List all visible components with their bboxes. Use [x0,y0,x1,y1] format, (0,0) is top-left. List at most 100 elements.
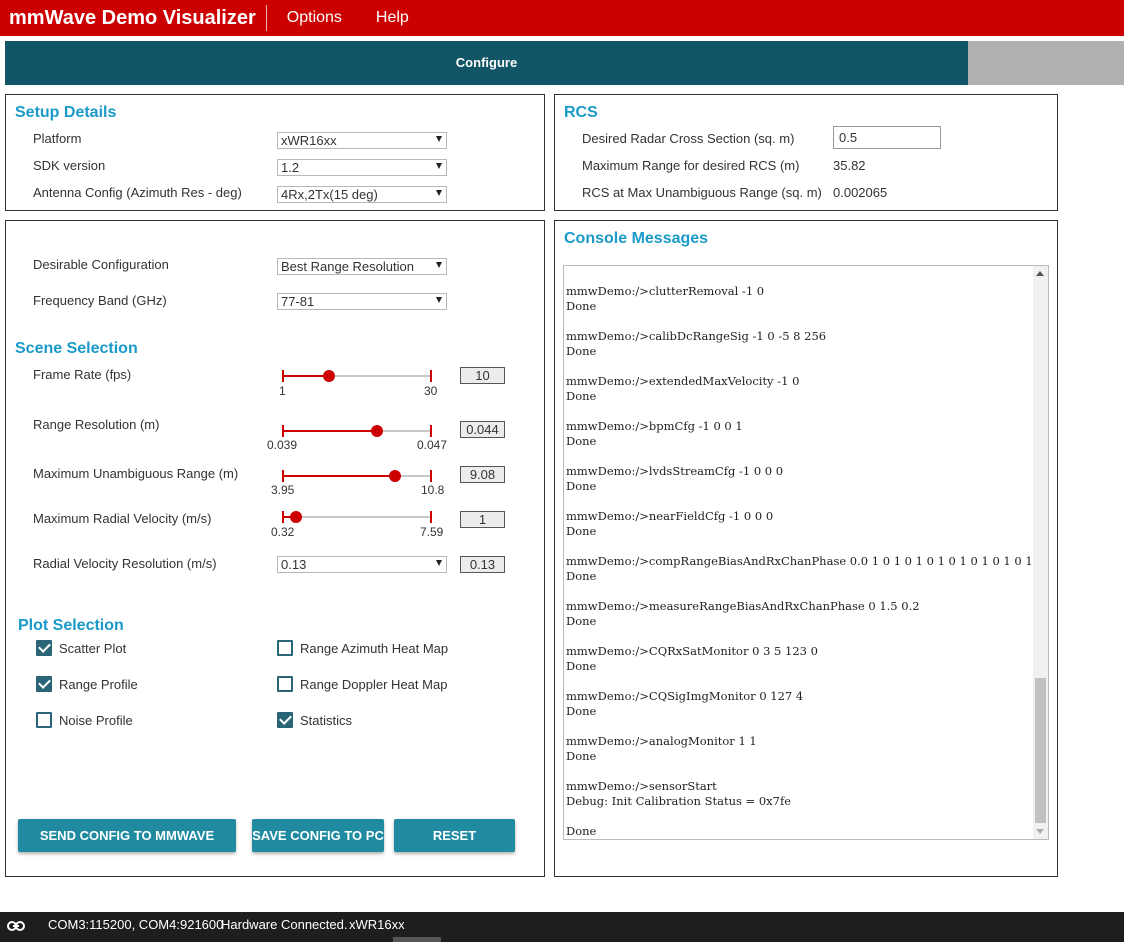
max-unambiguous-range-value[interactable]: 9.08 [460,466,505,483]
range-resolution-max: 0.047 [417,438,448,452]
slider-thumb[interactable] [290,511,302,523]
statistics-label[interactable]: Statistics [300,713,352,728]
status-ports: COM3:115200, COM4:921600 [48,917,224,932]
app-title: mmWave Demo Visualizer [0,5,267,31]
scatter-plot-checkbox[interactable] [36,640,52,656]
desired-rcs-label: Desired Radar Cross Section (sq. m) [582,131,795,146]
frequency-band-value: 77-81 [281,294,315,309]
frame-rate-value[interactable]: 10 [460,367,505,384]
frequency-band-label: Frequency Band (GHz) [33,293,167,308]
rcs-panel: RCS Desired Radar Cross Section (sq. m) … [554,94,1058,211]
console-line: mmwDemo:/>clutterRemoval -1 0 [566,284,765,298]
slider-thumb[interactable] [371,425,383,437]
console-line: Debug: Init Calibration Status = 0x7fe [566,794,792,808]
scroll-thumb[interactable] [1035,678,1046,823]
antenna-config-select[interactable]: 4Rx,2Tx(15 deg) [277,186,447,203]
console-line: mmwDemo:/>analogMonitor 1 1 [566,734,757,748]
tab-bar: Configure [5,41,1124,85]
range-resolution-min: 0.039 [267,438,298,452]
range-resolution-slider[interactable] [282,424,432,438]
platform-value: xWR16xx [281,133,337,148]
frame-rate-slider[interactable] [282,369,432,383]
slider-min-tick [282,425,284,437]
console-line: Done [566,389,597,403]
frame-rate-label: Frame Rate (fps) [33,367,132,382]
link-icon[interactable] [7,919,25,933]
rcs-max-unambiguous-value: 0.002065 [833,185,888,200]
slider-max-tick [430,370,432,382]
console-line: Done [566,524,597,538]
console-line: Done [566,479,597,493]
range-profile-checkbox[interactable] [36,676,52,692]
radial-velocity-resolution-select[interactable]: 0.13 [277,556,447,573]
chevron-down-icon [436,297,442,303]
chevron-down-icon [436,560,442,566]
sdk-version-label: SDK version [33,158,106,173]
rcs-max-unambiguous-label: RCS at Max Unambiguous Range (sq. m) [582,185,822,200]
frequency-band-select[interactable]: 77-81 [277,293,447,310]
send-config-button[interactable]: SEND CONFIG TO MMWAVE DEVICE [18,819,236,876]
max-radial-velocity-min: 0.32 [271,525,295,539]
sdk-version-value: 1.2 [281,160,300,175]
max-radial-velocity-slider[interactable] [282,510,432,524]
slider-fill [282,375,329,377]
console-line: Done [566,704,597,718]
console-line: mmwDemo:/>nearFieldCfg -1 0 0 0 [566,509,774,523]
slider-thumb[interactable] [389,470,401,482]
chevron-down-icon [436,163,442,169]
save-config-button[interactable]: SAVE CONFIG TO PC [252,819,384,852]
range-profile-label[interactable]: Range Profile [59,677,138,692]
range-doppler-heatmap-checkbox[interactable] [277,676,293,692]
range-resolution-label: Range Resolution (m) [33,417,160,432]
scatter-plot-label[interactable]: Scatter Plot [59,641,126,656]
range-doppler-heatmap-label[interactable]: Range Doppler Heat Map [300,677,447,692]
max-unambiguous-range-slider[interactable] [282,469,432,483]
desirable-config-label: Desirable Configuration [33,257,169,272]
noise-profile-label[interactable]: Noise Profile [59,713,133,728]
console-line: mmwDemo:/>calibDcRangeSig -1 0 -5 8 256 [566,329,827,343]
range-resolution-value[interactable]: 0.044 [460,421,505,438]
max-radial-velocity-value[interactable]: 1 [460,511,505,528]
slider-fill [282,475,395,477]
sdk-version-select[interactable]: 1.2 [277,159,447,176]
radial-velocity-resolution-label: Radial Velocity Resolution (m/s) [33,556,217,571]
console-line: mmwDemo:/>extendedMaxVelocity -1 0 [566,374,800,388]
desirable-config-select[interactable]: Best Range Resolution [277,258,447,275]
console-line: Done [566,569,597,583]
menu-options[interactable]: Options [287,9,342,27]
frame-rate-max: 30 [424,384,438,398]
reset-selection-button[interactable]: RESET SELECTION [394,819,515,876]
console-scrollbar[interactable] [1033,266,1048,839]
platform-select[interactable]: xWR16xx [277,132,447,149]
console-log[interactable]: mmwDemo:/>clutterRemoval -1 0 Done mmwDem… [563,265,1049,840]
status-bar: COM3:115200, COM4:921600 Hardware Connec… [0,912,1124,942]
range-azimuth-heatmap-checkbox[interactable] [277,640,293,656]
console-line: mmwDemo:/>compRangeBiasAndRxChanPhase 0.… [566,554,1044,568]
noise-profile-checkbox[interactable] [36,712,52,728]
statistics-checkbox[interactable] [277,712,293,728]
range-azimuth-heatmap-label[interactable]: Range Azimuth Heat Map [300,641,448,656]
console-title: Console Messages [564,230,709,247]
slider-min-tick [282,470,284,482]
scroll-down-icon[interactable] [1036,829,1044,834]
status-device: xWR16xx [349,917,405,932]
slider-thumb[interactable] [323,370,335,382]
tab-configure[interactable]: Configure [5,41,968,85]
menu-help[interactable]: Help [376,9,409,27]
scroll-up-icon[interactable] [1036,271,1044,276]
slider-track [282,516,432,518]
chevron-down-icon [436,262,442,268]
slider-max-tick [430,425,432,437]
antenna-config-value: 4Rx,2Tx(15 deg) [281,187,378,202]
console-line: Done [566,299,597,313]
max-unambiguous-range-min: 3.95 [271,483,295,497]
desired-rcs-input[interactable] [833,126,941,149]
max-unambiguous-range-label: Maximum Unambiguous Range (m) [33,466,239,481]
rcs-title: RCS [564,104,598,121]
